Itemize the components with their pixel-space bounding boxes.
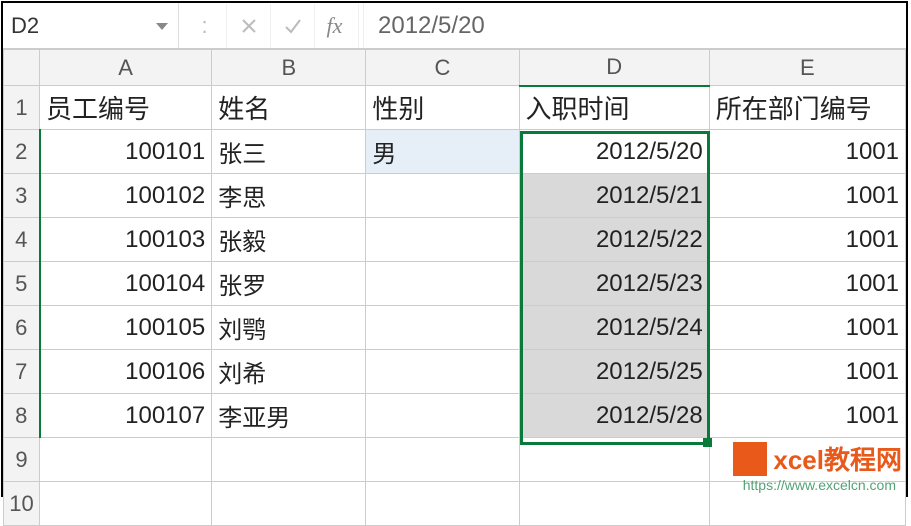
cell-C10[interactable] <box>366 482 519 526</box>
cell-B1[interactable]: 姓名 <box>212 86 366 130</box>
dropdown-arrow-icon[interactable] <box>156 23 168 30</box>
cell-E8[interactable]: 1001 <box>709 394 905 438</box>
formula-input[interactable]: 2012/5/20 <box>363 3 906 48</box>
cell-B2[interactable]: 张三 <box>212 130 366 174</box>
table-row: 8 100107 李亚男 2012/5/28 1001 <box>4 394 906 438</box>
row-header-2[interactable]: 2 <box>4 130 40 174</box>
formula-value: 2012/5/20 <box>378 12 485 40</box>
cell-D9[interactable] <box>519 438 709 482</box>
cell-B4[interactable]: 张毅 <box>212 218 366 262</box>
cell-B9[interactable] <box>212 438 366 482</box>
cell-C3[interactable] <box>366 174 519 218</box>
enter-icon[interactable] <box>271 4 315 48</box>
row-header-5[interactable]: 5 <box>4 262 40 306</box>
cell-C4[interactable] <box>366 218 519 262</box>
cell-E2[interactable]: 1001 <box>709 130 905 174</box>
table-row: 6 100105 刘鹗 2012/5/24 1001 <box>4 306 906 350</box>
cell-C8[interactable] <box>366 394 519 438</box>
cell-A9[interactable] <box>40 438 212 482</box>
name-box-value: D2 <box>11 13 170 39</box>
watermark-url: https://www.excelcn.com <box>743 477 896 493</box>
cell-A3[interactable]: 100102 <box>40 174 212 218</box>
cell-D5[interactable]: 2012/5/23 <box>519 262 709 306</box>
cell-D2[interactable]: 2012/5/20 <box>519 130 709 174</box>
cell-C7[interactable] <box>366 350 519 394</box>
row-header-8[interactable]: 8 <box>4 394 40 438</box>
colon-separator-icon: : <box>183 4 227 48</box>
cell-D8[interactable]: 2012/5/28 <box>519 394 709 438</box>
cell-C6[interactable] <box>366 306 519 350</box>
cell-A1[interactable]: 员工编号 <box>40 86 212 130</box>
watermark-brand: xcel教程网 <box>773 440 902 477</box>
formula-bar: D2 : fx 2012/5/20 <box>3 3 906 49</box>
cell-D3[interactable]: 2012/5/21 <box>519 174 709 218</box>
cell-B8[interactable]: 李亚男 <box>212 394 366 438</box>
cell-D6[interactable]: 2012/5/24 <box>519 306 709 350</box>
table-row: 3 100102 李思 2012/5/21 1001 <box>4 174 906 218</box>
table-row: 7 100106 刘希 2012/5/25 1001 <box>4 350 906 394</box>
logo-square-icon <box>733 442 767 476</box>
cell-A10[interactable] <box>40 482 212 526</box>
cell-E6[interactable]: 1001 <box>709 306 905 350</box>
cell-D10[interactable] <box>519 482 709 526</box>
row-header-3[interactable]: 3 <box>4 174 40 218</box>
cell-E3[interactable]: 1001 <box>709 174 905 218</box>
cell-E7[interactable]: 1001 <box>709 350 905 394</box>
fx-icon[interactable]: fx <box>315 4 359 48</box>
cell-E4[interactable]: 1001 <box>709 218 905 262</box>
column-header-B[interactable]: B <box>212 50 366 86</box>
column-header-D[interactable]: D <box>519 50 709 86</box>
cell-B7[interactable]: 刘希 <box>212 350 366 394</box>
cell-E5[interactable]: 1001 <box>709 262 905 306</box>
cell-C1[interactable]: 性别 <box>366 86 519 130</box>
table-row: 5 100104 张罗 2012/5/23 1001 <box>4 262 906 306</box>
cell-D1[interactable]: 入职时间 <box>519 86 709 130</box>
table-row: 4 100103 张毅 2012/5/22 1001 <box>4 218 906 262</box>
column-header-row: A B C D E <box>4 50 906 86</box>
column-header-C[interactable]: C <box>366 50 519 86</box>
cell-A7[interactable]: 100106 <box>40 350 212 394</box>
cell-D7[interactable]: 2012/5/25 <box>519 350 709 394</box>
table-row: 2 100101 张三 男 2012/5/20 1001 <box>4 130 906 174</box>
table-row: 1 员工编号 姓名 性别 入职时间 所在部门编号 <box>4 86 906 130</box>
cell-B10[interactable] <box>212 482 366 526</box>
cell-A6[interactable]: 100105 <box>40 306 212 350</box>
watermark-logo: xcel教程网 <box>733 440 902 477</box>
row-header-6[interactable]: 6 <box>4 306 40 350</box>
row-header-4[interactable]: 4 <box>4 218 40 262</box>
row-header-1[interactable]: 1 <box>4 86 40 130</box>
cell-B3[interactable]: 李思 <box>212 174 366 218</box>
column-header-E[interactable]: E <box>709 50 905 86</box>
cell-E1[interactable]: 所在部门编号 <box>709 86 905 130</box>
cell-C2[interactable]: 男 <box>366 130 519 174</box>
formula-bar-buttons: : fx <box>179 3 363 48</box>
cell-B5[interactable]: 张罗 <box>212 262 366 306</box>
cancel-icon[interactable] <box>227 4 271 48</box>
cell-A8[interactable]: 100107 <box>40 394 212 438</box>
cell-D4[interactable]: 2012/5/22 <box>519 218 709 262</box>
cell-A4[interactable]: 100103 <box>40 218 212 262</box>
cell-C9[interactable] <box>366 438 519 482</box>
cell-B6[interactable]: 刘鹗 <box>212 306 366 350</box>
row-header-10[interactable]: 10 <box>4 482 40 526</box>
cell-A5[interactable]: 100104 <box>40 262 212 306</box>
row-header-9[interactable]: 9 <box>4 438 40 482</box>
name-box[interactable]: D2 <box>3 3 179 48</box>
cell-A2[interactable]: 100101 <box>40 130 212 174</box>
cell-C5[interactable] <box>366 262 519 306</box>
column-header-A[interactable]: A <box>40 50 212 86</box>
select-all-corner[interactable] <box>4 50 40 86</box>
row-header-7[interactable]: 7 <box>4 350 40 394</box>
